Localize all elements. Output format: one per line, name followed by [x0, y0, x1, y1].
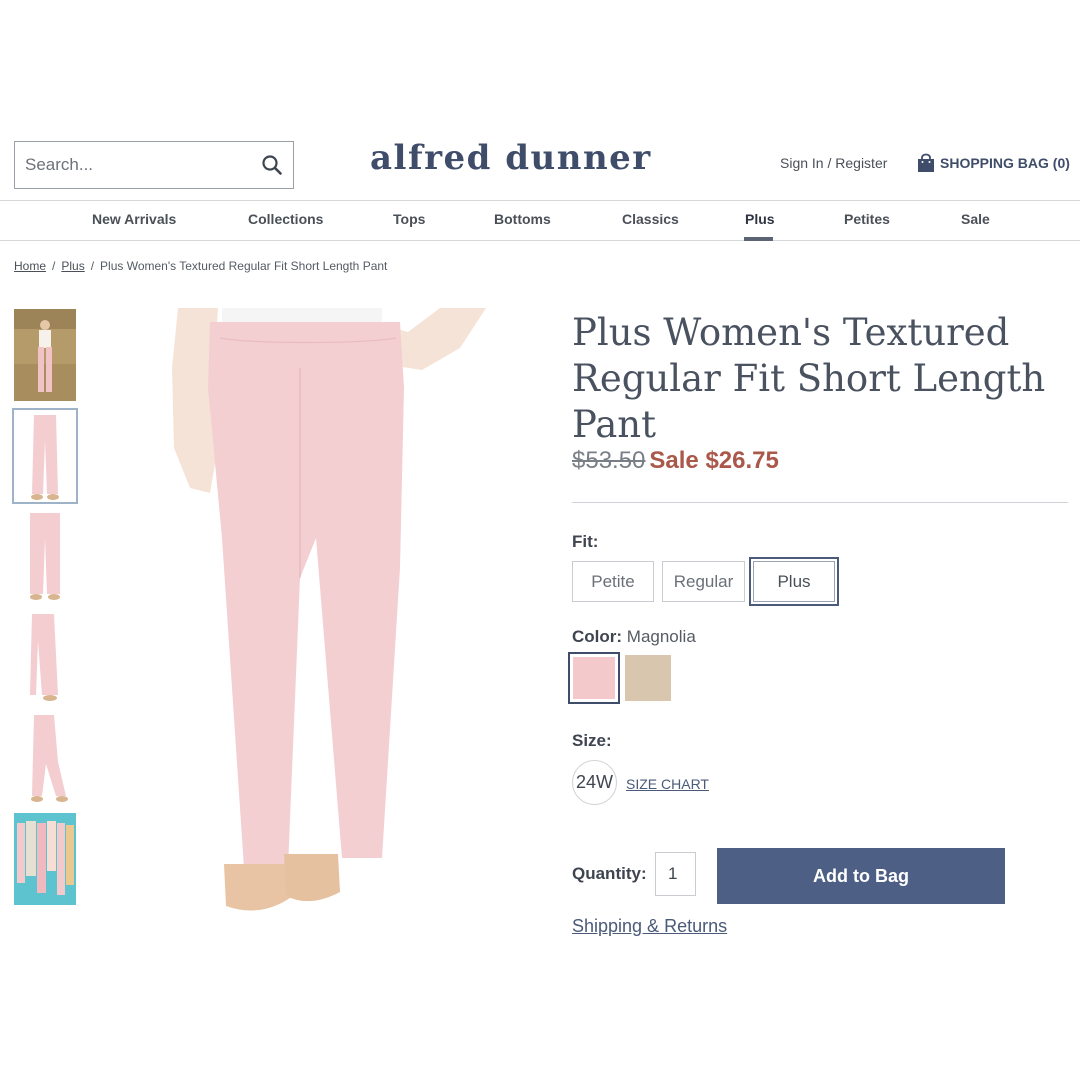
- size-option-24w[interactable]: 24W: [572, 760, 617, 805]
- sign-in-link[interactable]: Sign In / Register: [780, 155, 887, 171]
- fit-option-regular[interactable]: Regular: [662, 561, 745, 602]
- product-thumbnail-2[interactable]: [12, 408, 78, 504]
- thumbnail-image-haybale: [14, 309, 76, 401]
- breadcrumb-home[interactable]: Home: [14, 259, 46, 273]
- product-title: Plus Women's Textured Regular Fit Short …: [572, 311, 1046, 446]
- main-nav: New Arrivals Collections Tops Bottoms Cl…: [0, 200, 1080, 241]
- divider: [572, 502, 1068, 503]
- thumbnail-image-back: [14, 510, 76, 602]
- product-thumbnail-5[interactable]: [14, 712, 76, 804]
- brand-logo[interactable]: alfred dunner: [370, 138, 652, 178]
- color-label: Color: Magnolia: [572, 627, 696, 647]
- color-label-text: Color:: [572, 627, 623, 646]
- nav-item-tops[interactable]: Tops: [393, 211, 425, 227]
- nav-active-indicator: [744, 237, 773, 241]
- fit-option-petite[interactable]: Petite: [572, 561, 654, 602]
- add-to-bag-button[interactable]: Add to Bag: [717, 848, 1005, 904]
- fit-option-plus[interactable]: Plus: [748, 556, 840, 607]
- breadcrumb-current: Plus Women's Textured Regular Fit Short …: [100, 259, 388, 273]
- nav-item-plus[interactable]: Plus: [745, 211, 775, 227]
- shipping-returns-link[interactable]: Shipping & Returns: [572, 916, 727, 937]
- color-swatch-tan[interactable]: [625, 655, 671, 701]
- thumbnail-image-walking: [14, 712, 76, 804]
- sale-price: Sale $26.75: [649, 447, 779, 474]
- search-box[interactable]: [14, 141, 294, 189]
- search-icon[interactable]: [261, 154, 283, 176]
- breadcrumb-plus[interactable]: Plus: [61, 259, 84, 273]
- color-value: Magnolia: [626, 627, 696, 646]
- thumbnail-image-rack: [14, 813, 76, 905]
- nav-item-classics[interactable]: Classics: [622, 211, 679, 227]
- product-thumbnail-3[interactable]: [14, 510, 76, 602]
- nav-item-sale[interactable]: Sale: [961, 211, 990, 227]
- product-thumbnail-6[interactable]: [14, 813, 76, 905]
- nav-item-bottoms[interactable]: Bottoms: [494, 211, 551, 227]
- shopping-bag-link[interactable]: SHOPPING BAG (0): [916, 153, 1070, 173]
- color-swatch-magnolia[interactable]: [568, 652, 620, 704]
- nav-item-petites[interactable]: Petites: [844, 211, 890, 227]
- product-thumbnail-1[interactable]: [14, 309, 76, 401]
- size-label: Size:: [572, 731, 612, 750]
- shopping-bag-icon: [918, 153, 934, 172]
- product-main-image: [160, 308, 500, 918]
- original-price: $53.50: [572, 447, 646, 474]
- nav-item-collections[interactable]: Collections: [248, 211, 323, 227]
- nav-item-new-arrivals[interactable]: New Arrivals: [92, 211, 176, 227]
- price-row: $53.50 Sale $26.75: [572, 447, 779, 475]
- product-thumbnail-4[interactable]: [14, 611, 76, 703]
- fit-label: Fit:: [572, 532, 599, 551]
- quantity-input[interactable]: [655, 852, 696, 896]
- thumbnail-image-side: [14, 611, 76, 703]
- swatch-fill-magnolia: [573, 657, 615, 699]
- quantity-label: Quantity:: [572, 864, 647, 883]
- shopping-bag-label: SHOPPING BAG (0): [940, 155, 1070, 171]
- swatch-fill-tan: [625, 655, 671, 701]
- size-chart-link[interactable]: SIZE CHART: [626, 776, 709, 792]
- breadcrumb: Home / Plus / Plus Women's Textured Regular …: [14, 259, 388, 273]
- search-input[interactable]: [15, 155, 255, 175]
- thumbnail-image-front: [14, 410, 76, 502]
